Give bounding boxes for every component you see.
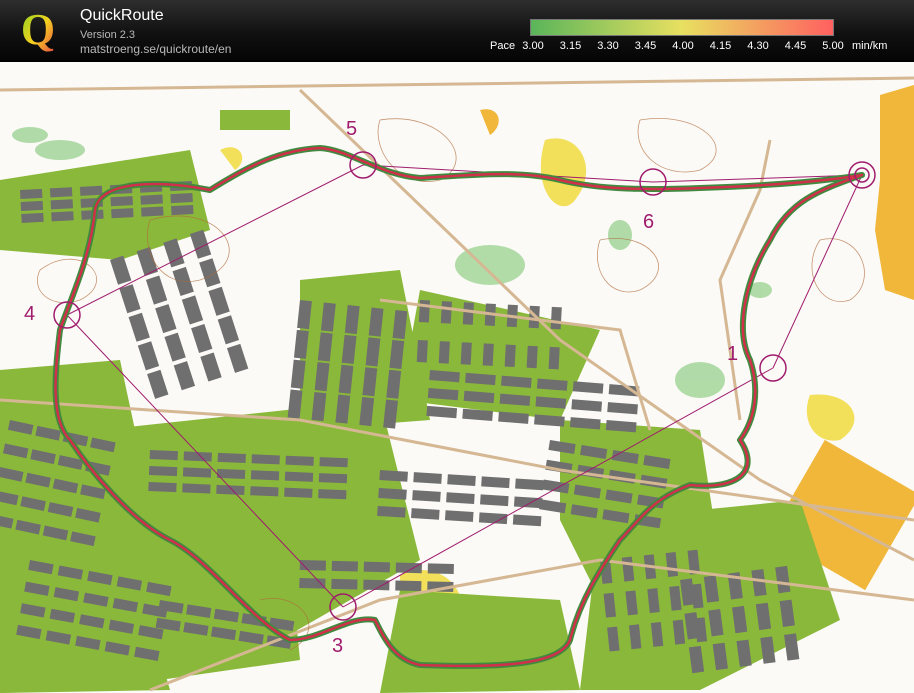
building	[462, 302, 474, 325]
building	[446, 492, 475, 504]
app-title: QuickRoute	[80, 7, 164, 24]
building	[504, 344, 516, 368]
building	[299, 577, 326, 589]
pace-tick-label: 3.15	[559, 40, 582, 52]
quickroute-logo-icon: Q	[21, 6, 55, 54]
building	[427, 563, 454, 575]
building	[21, 212, 44, 223]
pace-tick-label: 4.15	[709, 40, 732, 52]
building	[550, 306, 562, 330]
building	[318, 489, 347, 500]
building	[482, 343, 494, 366]
building	[170, 192, 193, 204]
building	[49, 187, 73, 198]
building	[182, 483, 211, 494]
building	[140, 194, 163, 205]
building	[182, 467, 212, 478]
building	[318, 473, 348, 484]
pace-label: Pace	[490, 40, 516, 52]
pace-tick-label: 4.00	[672, 40, 694, 52]
app-version: Version 2.3	[80, 29, 136, 41]
pace-tick-label: 5.00	[822, 40, 844, 52]
building	[250, 470, 280, 481]
building	[444, 510, 474, 522]
app-url: matstroeng.se/quickroute/en	[80, 42, 232, 56]
building	[460, 342, 472, 365]
building	[284, 471, 314, 482]
header-bar: Q QuickRoute Version 2.3 matstroeng.se/q…	[0, 0, 914, 60]
building	[20, 188, 43, 199]
building	[395, 562, 422, 574]
building	[526, 345, 538, 369]
building	[395, 580, 422, 592]
building	[50, 199, 74, 210]
building	[251, 454, 280, 465]
quickroute-window: Q QuickRoute Version 2.3 matstroeng.se/q…	[0, 0, 914, 693]
building	[111, 208, 134, 219]
control-number-3: 3	[332, 635, 343, 657]
building	[20, 200, 44, 211]
building	[148, 481, 177, 493]
building	[285, 455, 314, 466]
pace-tick-label: 3.00	[522, 40, 544, 52]
pace-tick-label: 4.30	[747, 40, 769, 52]
building	[148, 465, 178, 477]
building	[110, 196, 133, 207]
building	[319, 457, 348, 468]
building	[250, 486, 279, 497]
building	[79, 185, 103, 196]
building	[379, 470, 408, 482]
pace-tick-label: 3.45	[634, 40, 657, 52]
building	[440, 301, 452, 324]
building	[331, 578, 358, 590]
building	[515, 478, 544, 491]
building	[331, 560, 358, 572]
building	[378, 487, 407, 500]
building	[377, 505, 406, 518]
building	[480, 494, 509, 507]
pace-unit: min/km	[852, 40, 888, 52]
building	[363, 561, 390, 573]
control-number-1: 1	[727, 343, 738, 365]
building	[411, 508, 440, 520]
orienteering-map: 1 3 4 5 6	[0, 62, 914, 693]
building	[447, 474, 476, 487]
building	[548, 346, 560, 370]
control-number-5: 5	[346, 118, 357, 140]
pace-tick-label: 4.45	[784, 40, 807, 52]
pace-tick-label: 3.30	[597, 40, 619, 52]
building	[171, 204, 194, 216]
control-number-4: 4	[24, 303, 35, 325]
building	[217, 452, 246, 464]
building	[412, 490, 441, 502]
building	[481, 476, 510, 489]
building	[216, 484, 245, 495]
building	[141, 206, 164, 217]
building	[418, 300, 430, 323]
building	[51, 211, 74, 222]
building	[284, 487, 313, 498]
building	[512, 514, 542, 527]
building	[416, 339, 428, 363]
building	[149, 450, 178, 461]
building	[413, 472, 442, 484]
pace-color-scale	[530, 19, 834, 36]
control-number-6: 6	[643, 211, 654, 233]
building	[438, 341, 450, 364]
svg-text:Q: Q	[21, 6, 55, 54]
